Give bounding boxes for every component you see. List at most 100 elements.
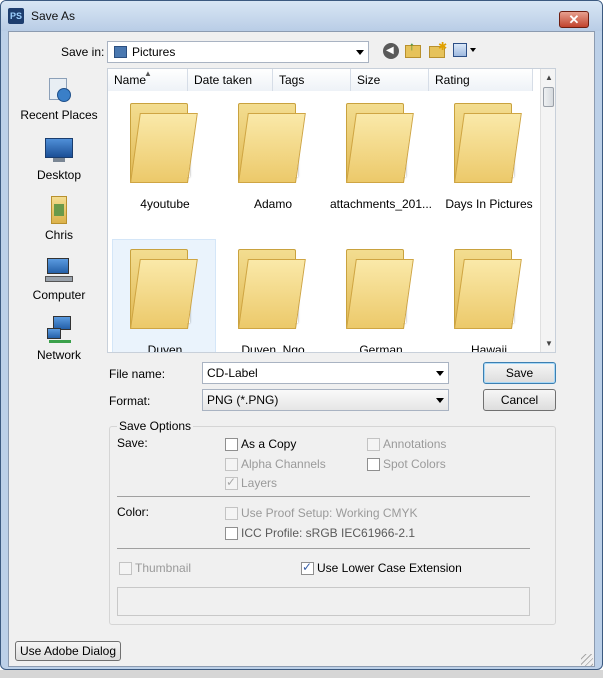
- folder-item[interactable]: Hawaii: [436, 241, 542, 352]
- place-network[interactable]: Network: [11, 316, 107, 362]
- network-icon: [45, 316, 73, 344]
- folder-item[interactable]: attachments_201...: [328, 95, 434, 235]
- folder-name: Days In Pictures: [445, 197, 533, 211]
- layers-checkbox: ✓: [225, 475, 238, 490]
- thumbnail-checkbox: [119, 562, 132, 575]
- folder-item[interactable]: 4youtube: [112, 95, 218, 235]
- back-arrow-icon: ◀: [386, 45, 394, 56]
- folder-item[interactable]: Days In Pictures: [436, 95, 542, 235]
- use-proof-setup-checkbox: [225, 507, 238, 520]
- chevron-down-icon[interactable]: [436, 371, 444, 376]
- chevron-down-icon: [470, 48, 476, 52]
- lower-case-extension-label: Use Lower Case Extension: [317, 561, 462, 575]
- folder-front: [346, 259, 414, 329]
- alpha-channels-label: Alpha Channels: [241, 457, 326, 471]
- file-list[interactable]: Name ▲ Date taken Tags Size Rating 4youtu…: [107, 68, 556, 353]
- desktop-icon: [45, 136, 73, 164]
- save-in-dropdown[interactable]: Pictures: [107, 41, 369, 63]
- divider: [117, 548, 530, 549]
- checkmark-icon: ✓: [302, 560, 313, 574]
- folder-front: [346, 113, 414, 183]
- scroll-down-icon[interactable]: ▼: [545, 339, 553, 348]
- pictures-folder-icon: [114, 46, 127, 58]
- scrollbar-thumb[interactable]: [543, 87, 554, 107]
- sort-ascending-icon: ▲: [144, 69, 152, 78]
- color-label: Color:: [117, 505, 150, 519]
- alpha-channels-checkbox: [225, 458, 238, 471]
- layers-label: Layers: [241, 476, 278, 490]
- as-a-copy-label: As a Copy: [241, 437, 297, 451]
- place-label: Computer: [32, 288, 86, 302]
- save-button[interactable]: Save: [483, 362, 556, 384]
- scroll-up-icon[interactable]: ▲: [545, 73, 553, 82]
- icc-profile-label: ICC Profile: sRGB IEC61966-2.1: [241, 526, 416, 540]
- use-adobe-dialog-button[interactable]: Use Adobe Dialog: [15, 641, 121, 661]
- folder-name: 4youtube: [140, 197, 190, 211]
- folder-name: attachments_201...: [329, 197, 433, 211]
- folder-item[interactable]: Duyen_Ngo: [220, 241, 326, 353]
- save-in-label: Save in:: [61, 45, 105, 59]
- folder-item[interactable]: Adamo: [220, 95, 326, 235]
- vertical-scrollbar[interactable]: ▲ ▼: [540, 69, 555, 352]
- checkmark-icon: ✓: [226, 475, 237, 489]
- background-strip: [0, 670, 603, 678]
- folder-front: [130, 113, 198, 183]
- window-title: Save As: [31, 9, 76, 23]
- view-grid-icon: [453, 43, 467, 57]
- folder-front: [130, 259, 198, 329]
- view-menu-button[interactable]: [453, 43, 477, 59]
- file-name-input[interactable]: CD-Label: [202, 362, 449, 384]
- resize-grip[interactable]: [581, 654, 593, 666]
- column-header-size[interactable]: Size: [351, 69, 429, 91]
- places-bar: Recent Places Desktop Chris Computer Net…: [11, 68, 107, 368]
- divider: [117, 496, 530, 497]
- folder-front: [238, 259, 306, 329]
- new-folder-button[interactable]: ✱: [429, 41, 447, 59]
- file-name-label: File name:: [109, 367, 166, 381]
- message-area: [117, 587, 530, 616]
- annotations-checkbox: [367, 438, 380, 451]
- folder-name: Duyen_Ngo: [241, 343, 305, 353]
- place-desktop[interactable]: Desktop: [11, 136, 107, 182]
- save-in-value: Pictures: [132, 45, 176, 59]
- title-bar[interactable]: PS Save As ✕: [1, 1, 602, 31]
- back-button[interactable]: ◀: [383, 43, 399, 59]
- column-header-rating[interactable]: Rating: [429, 69, 533, 91]
- chevron-down-icon: [356, 50, 364, 55]
- folder-item[interactable]: Duyen: [112, 241, 218, 353]
- column-header-name[interactable]: Name ▲: [108, 69, 188, 91]
- folder-name: Adamo: [253, 197, 293, 211]
- place-label: Recent Places: [20, 108, 98, 122]
- dialog-body: Save in: Pictures ◀ ↑ ✱ Recent Places De…: [8, 31, 595, 667]
- place-computer[interactable]: Computer: [11, 256, 107, 302]
- close-icon: ✕: [568, 12, 580, 27]
- format-value: PNG (*.PNG): [207, 393, 279, 407]
- as-a-copy-checkbox[interactable]: [225, 438, 238, 451]
- close-button[interactable]: ✕: [559, 11, 589, 28]
- column-header-tags[interactable]: Tags: [273, 69, 351, 91]
- lower-case-extension-checkbox[interactable]: ✓: [301, 560, 314, 575]
- save-options-title: Save Options: [117, 419, 194, 433]
- folder-name: Duyen: [147, 343, 183, 353]
- place-label: Chris: [44, 228, 73, 242]
- folder-name: German: [359, 343, 403, 353]
- format-label: Format:: [109, 394, 151, 408]
- folder-front: [238, 113, 306, 183]
- column-header-date-taken[interactable]: Date taken: [188, 69, 273, 91]
- cancel-button[interactable]: Cancel: [483, 389, 556, 411]
- icc-profile-checkbox[interactable]: [225, 527, 238, 540]
- place-recent-places[interactable]: Recent Places: [11, 76, 107, 122]
- annotations-label: Annotations: [383, 437, 447, 451]
- folder-front: [454, 259, 522, 329]
- folder-front: [454, 113, 522, 183]
- user-folder-icon: [45, 196, 73, 224]
- up-folder-button[interactable]: ↑: [405, 39, 421, 59]
- place-label: Network: [36, 348, 81, 362]
- folder-item[interactable]: German: [328, 241, 434, 353]
- place-chris[interactable]: Chris: [11, 196, 107, 242]
- use-proof-setup-label: Use Proof Setup: Working CMYK: [241, 506, 418, 520]
- thumbnail-label: Thumbnail: [135, 561, 192, 575]
- recent-places-icon: [45, 76, 73, 104]
- format-dropdown[interactable]: PNG (*.PNG): [202, 389, 449, 411]
- spot-colors-checkbox[interactable]: [367, 458, 380, 471]
